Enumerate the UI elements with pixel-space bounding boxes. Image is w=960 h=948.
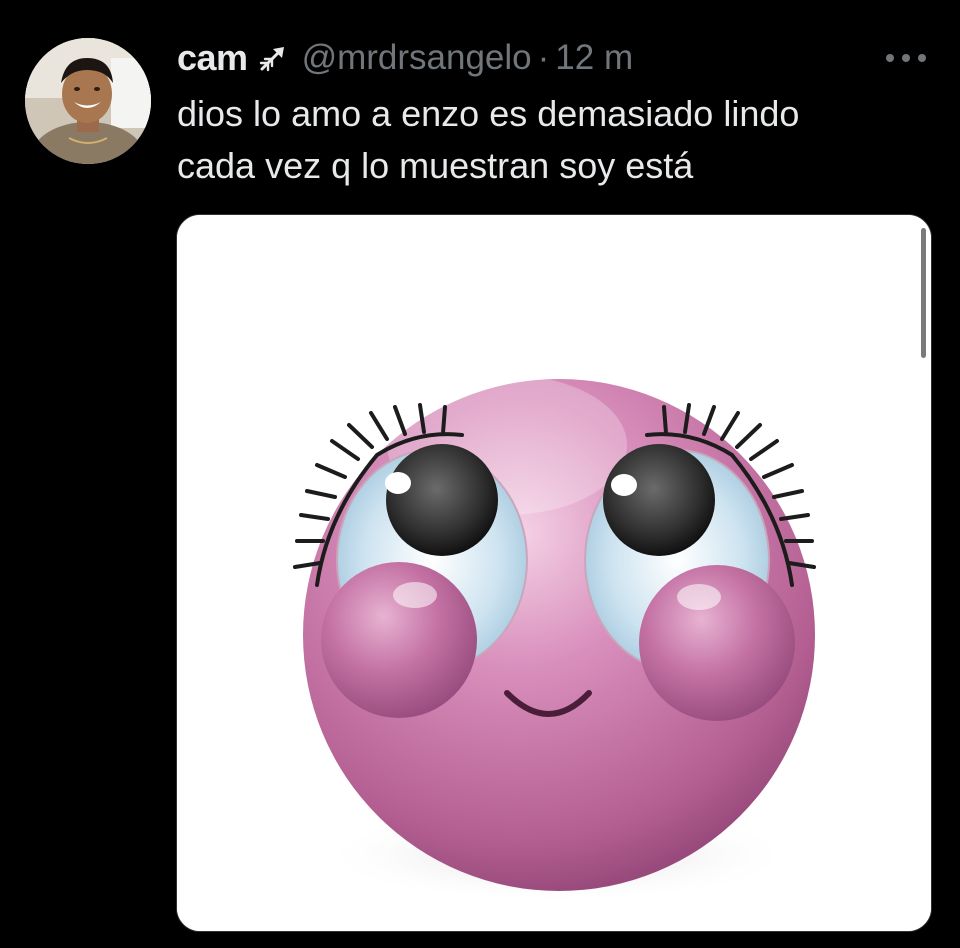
pink-blushing-smiley-emoji bbox=[177, 215, 931, 931]
timestamp[interactable]: 12 m bbox=[555, 38, 633, 78]
separator-dot: · bbox=[537, 38, 550, 77]
tweet[interactable]: cam @mrdrsangelo · 12 m dios lo amo a en… bbox=[0, 0, 960, 948]
tweet-text-line: cada vez q lo muestran soy está bbox=[177, 145, 694, 186]
avatar-photo bbox=[25, 38, 151, 164]
tweet-text-line: dios lo amo a enzo es demasiado lindo bbox=[177, 93, 800, 134]
scrollbar[interactable] bbox=[921, 228, 926, 358]
user-handle[interactable]: @mrdrsangelo bbox=[302, 38, 532, 78]
tweet-header: cam @mrdrsangelo · 12 m bbox=[177, 34, 633, 82]
tweet-media-image[interactable] bbox=[176, 214, 932, 932]
avatar[interactable] bbox=[25, 38, 151, 164]
display-name[interactable]: cam bbox=[177, 37, 248, 79]
arrow-icon bbox=[259, 47, 284, 72]
tweet-text: dios lo amo a enzo es demasiado lindo ca… bbox=[177, 88, 937, 192]
more-options-icon[interactable] bbox=[882, 46, 930, 70]
